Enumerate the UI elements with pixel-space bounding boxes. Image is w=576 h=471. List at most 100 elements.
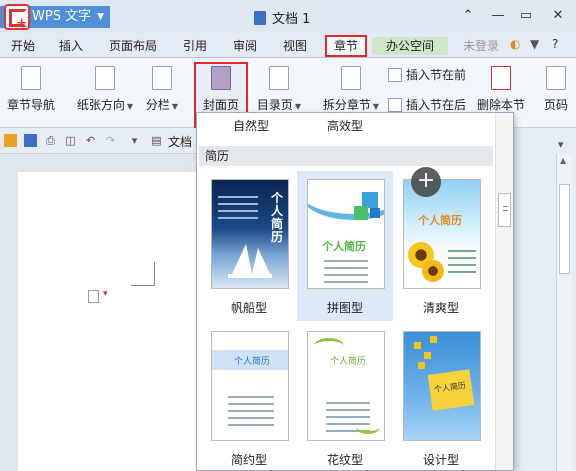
chevron-down-icon[interactable]: ▾ bbox=[128, 134, 141, 147]
toc-page-button[interactable]: 目录页 ▼ bbox=[254, 66, 304, 113]
split-chapter-label: 拆分章节 bbox=[322, 98, 371, 112]
split-chapter-button[interactable]: 拆分章节 ▼ bbox=[320, 66, 382, 113]
floral-thumbnail: 个人简历 bbox=[307, 331, 385, 441]
page-code-icon bbox=[546, 66, 566, 90]
close-button[interactable]: ✕ bbox=[546, 6, 570, 26]
insert-before-icon bbox=[388, 68, 402, 82]
document-title-text: 文档 1 bbox=[272, 12, 311, 27]
delete-section-button[interactable]: 删除本节 bbox=[476, 66, 526, 113]
template-label: 清爽型 bbox=[422, 301, 459, 315]
panel-menu-icon[interactable]: ▾ bbox=[558, 138, 564, 151]
gallery-scrollbar[interactable] bbox=[495, 113, 513, 470]
template-fresh[interactable]: 个人简历 + 清爽型 bbox=[393, 167, 489, 321]
redo-icon[interactable]: ↷ bbox=[104, 134, 117, 147]
paragraph-layout-icon[interactable] bbox=[88, 289, 108, 303]
chevron-down-icon: ▼ bbox=[171, 102, 179, 111]
save-icon[interactable] bbox=[24, 134, 37, 147]
insert-after-icon bbox=[388, 98, 402, 112]
shirt-icon[interactable]: ▼ bbox=[530, 37, 539, 51]
template-puzzle[interactable]: 个人简历 拼图型 bbox=[297, 171, 393, 321]
thumb-title: 个人简历 bbox=[322, 240, 366, 253]
tab-office-space[interactable]: 办公空间 bbox=[372, 37, 448, 55]
tab-page-layout[interactable]: 页面布局 bbox=[106, 37, 160, 55]
document-tab[interactable]: 文档 bbox=[168, 133, 192, 150]
document-area bbox=[0, 154, 198, 471]
tab-start[interactable]: 开始 bbox=[8, 37, 38, 55]
gallery-scrollbar-thumb[interactable] bbox=[498, 193, 511, 227]
add-icon[interactable]: + bbox=[411, 167, 441, 197]
page-code-button[interactable]: 页码 bbox=[540, 66, 572, 113]
help-icon[interactable]: ? bbox=[552, 37, 558, 51]
minimize-button[interactable]: — bbox=[486, 6, 510, 26]
insert-section-after-button[interactable]: 插入节在后 bbox=[388, 96, 466, 113]
delete-section-label: 删除本节 bbox=[476, 98, 525, 112]
tab-reference[interactable]: 引用 bbox=[180, 37, 210, 55]
template-efficient[interactable]: 高效型 bbox=[327, 117, 363, 134]
wps-logo-icon[interactable] bbox=[4, 4, 30, 31]
print-preview-icon[interactable]: ◫ bbox=[64, 134, 77, 147]
thumb-title: 个人简历 bbox=[234, 357, 271, 367]
collapse-ribbon-button[interactable]: ⌃ bbox=[456, 6, 480, 26]
template-design[interactable]: 个人简历 设计型 bbox=[393, 323, 489, 470]
chapter-nav-icon bbox=[21, 66, 41, 90]
title-bar: WPS 文字 ▼ 文档 1 ⌃ — ▭ ✕ bbox=[0, 0, 576, 33]
orientation-label: 纸张方向 bbox=[76, 98, 125, 112]
tab-chapter[interactable]: 章节 bbox=[325, 35, 367, 57]
cover-page-gallery: 自然型 高效型 简历 个人简历 帆船型 个人简历 拼图型 个人简历 + 清爽型 bbox=[196, 112, 514, 471]
chapter-nav-label: 章节导航 bbox=[6, 98, 55, 112]
chevron-down-icon: ▼ bbox=[294, 102, 302, 111]
app-name: WPS 文字 bbox=[32, 9, 92, 24]
template-label: 帆船型 bbox=[230, 301, 267, 315]
columns-icon bbox=[152, 66, 172, 90]
insert-after-label: 插入节在后 bbox=[406, 98, 467, 112]
template-natural[interactable]: 自然型 bbox=[233, 117, 269, 134]
template-sailboat[interactable]: 个人简历 帆船型 bbox=[201, 171, 297, 321]
sailboat-thumbnail: 个人简历 bbox=[211, 179, 289, 289]
print-icon[interactable]: ⎙ bbox=[44, 134, 57, 147]
thumb-title: 个人简历 bbox=[418, 214, 462, 227]
toc-page-label: 目录页 bbox=[256, 98, 293, 112]
document-tab-icon: ▤ bbox=[151, 134, 162, 147]
document-page[interactable] bbox=[18, 172, 198, 471]
quick-access-toolbar: ⎙ ◫ ↶ ↷ ▾ ▤ 文档 bbox=[0, 128, 210, 154]
columns-label: 分栏 bbox=[145, 98, 170, 112]
scrollbar-thumb[interactable] bbox=[559, 184, 570, 274]
template-label: 设计型 bbox=[422, 453, 459, 467]
template-label: 花纹型 bbox=[326, 453, 363, 467]
vertical-scrollbar[interactable]: ▲ bbox=[556, 154, 572, 471]
template-simple[interactable]: 个人简历 简约型 bbox=[201, 323, 297, 470]
orientation-icon bbox=[95, 66, 115, 90]
chevron-down-icon: ▼ bbox=[97, 12, 104, 22]
orientation-button[interactable]: 纸张方向 ▼ bbox=[74, 66, 136, 113]
toc-page-icon bbox=[269, 66, 289, 90]
page-code-label: 页码 bbox=[543, 98, 568, 112]
puzzle-thumbnail: 个人简历 bbox=[307, 179, 385, 289]
insert-before-label: 插入节在前 bbox=[406, 68, 467, 82]
template-label: 简约型 bbox=[230, 453, 267, 467]
document-icon bbox=[254, 11, 266, 25]
login-status[interactable]: 未登录 bbox=[458, 37, 504, 55]
columns-button[interactable]: 分栏 ▼ bbox=[142, 66, 182, 113]
open-folder-icon[interactable] bbox=[4, 134, 17, 147]
chapter-nav-button[interactable]: 章节导航 bbox=[6, 66, 56, 113]
tab-review[interactable]: 审阅 bbox=[230, 37, 260, 55]
maximize-button[interactable]: ▭ bbox=[514, 6, 538, 26]
design-thumbnail: 个人简历 bbox=[403, 331, 481, 441]
split-chapter-icon bbox=[341, 66, 361, 90]
insert-section-before-button[interactable]: 插入节在前 bbox=[388, 66, 466, 83]
template-floral[interactable]: 个人简历 花纹型 bbox=[297, 323, 393, 470]
delete-section-icon bbox=[491, 66, 511, 90]
skin-icon[interactable]: ◐ bbox=[510, 37, 520, 51]
chevron-down-icon: ▼ bbox=[372, 102, 380, 111]
chevron-down-icon: ▼ bbox=[126, 102, 134, 111]
undo-icon[interactable]: ↶ bbox=[84, 134, 97, 147]
menu-bar: 开始 插入 页面布局 引用 审阅 视图 章节 办公空间 未登录 ◐ ▼ ? bbox=[0, 33, 576, 58]
tab-insert[interactable]: 插入 bbox=[56, 37, 86, 55]
simple-thumbnail: 个人简历 bbox=[211, 331, 289, 441]
scroll-up-icon[interactable]: ▲ bbox=[560, 156, 566, 165]
document-title: 文档 1 bbox=[254, 8, 310, 27]
thumb-title: 个人简历 bbox=[330, 357, 367, 367]
margin-corner-mark bbox=[131, 262, 155, 286]
thumb-title: 个人简历 bbox=[270, 191, 283, 244]
tab-view[interactable]: 视图 bbox=[280, 37, 310, 55]
